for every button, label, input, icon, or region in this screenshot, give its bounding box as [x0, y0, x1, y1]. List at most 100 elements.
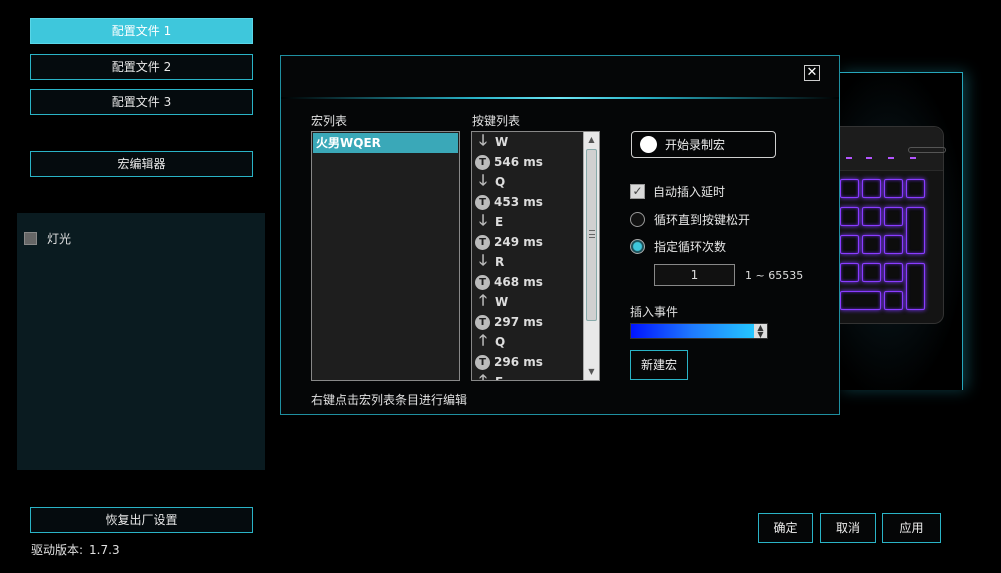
key-event-value: 249 ms [494, 235, 543, 249]
apply-button[interactable]: 应用 [882, 513, 941, 543]
scroll-thumb[interactable] [586, 149, 597, 321]
keyboard-key [884, 291, 903, 310]
keyboard-key [862, 263, 881, 282]
key-list-scrollbar[interactable]: ▲ ▼ [583, 132, 599, 380]
keyboard-key [840, 291, 881, 310]
arrow-down-icon: 🡓 [479, 170, 487, 189]
keyboard-key [884, 235, 903, 254]
keyboard-key [862, 179, 881, 198]
keyboard-key [840, 263, 859, 282]
new-macro-button[interactable]: 新建宏 [630, 350, 688, 380]
key-event-row[interactable]: 🡓 W [472, 132, 599, 152]
arrow-down-icon: 🡓 [479, 131, 487, 149]
record-macro-label: 开始录制宏 [665, 138, 726, 152]
key-event-value: 296 ms [494, 355, 543, 369]
select-arrows-icon[interactable]: ▲ ▼ [754, 324, 767, 339]
key-event-value: E [495, 375, 503, 380]
version-value: 1.7.3 [89, 543, 120, 557]
key-event-row[interactable]: T 453 ms [472, 192, 599, 212]
grip-icon [589, 230, 595, 238]
close-icon: ✕ [806, 65, 818, 80]
key-event-row[interactable]: 🡑 Q [472, 330, 599, 352]
macro-list[interactable]: 火男WQER [311, 131, 460, 381]
loop-until-release-radio[interactable] [630, 212, 645, 227]
key-list-rows: 🡓 W T 546 ms 🡓 Q T 453 ms 🡓 E T 249 ms 🡓 R T 468… [472, 132, 599, 381]
key-event-value: 546 ms [494, 155, 543, 169]
insert-event-label: 插入事件 [630, 305, 679, 319]
keyboard-top-panel [838, 127, 946, 171]
key-event-row[interactable]: T 296 ms [472, 352, 599, 372]
edit-hint: 右键点击宏列表条目进行编辑 [311, 393, 468, 407]
key-event-value: W [495, 295, 509, 309]
key-event-row[interactable]: 🡓 R [472, 251, 599, 272]
auto-delay-option[interactable]: ✓ 自动插入延时 [630, 183, 725, 200]
arrow-down-icon: 🡓 [479, 210, 487, 229]
keyboard-key [884, 207, 903, 226]
keyboard-key [884, 263, 903, 282]
keyboard-key [906, 179, 925, 198]
keyboard-key [840, 235, 859, 254]
cancel-button[interactable]: 取消 [820, 513, 876, 543]
arrow-up-icon: 🡑 [479, 290, 487, 309]
led-indicator [866, 157, 872, 159]
macro-editor-button[interactable]: 宏编辑器 [30, 151, 253, 177]
record-macro-button[interactable]: 开始录制宏 [631, 131, 776, 158]
scroll-up-icon[interactable]: ▲ [584, 132, 599, 148]
light-label: 灯光 [47, 232, 72, 246]
key-event-row[interactable]: 🡓 E [472, 210, 599, 232]
dialog-divider [281, 97, 839, 99]
loop-count-option[interactable]: 指定循环次数 [630, 238, 726, 255]
keyboard-key [906, 263, 925, 310]
key-event-row[interactable]: T 249 ms [472, 232, 599, 252]
close-button[interactable]: ✕ [804, 65, 820, 81]
macro-list-title: 宏列表 [311, 114, 348, 128]
timer-icon: T [475, 194, 490, 210]
profile-1-button[interactable]: 配置文件 1 [30, 18, 253, 44]
keyboard-image [838, 126, 946, 324]
keyboard-key [884, 179, 903, 198]
check-icon[interactable]: ✓ [630, 184, 645, 199]
macro-list-item[interactable]: 火男WQER [313, 133, 458, 153]
timer-icon: T [475, 154, 490, 170]
key-event-value: R [495, 255, 505, 269]
driver-version: 驱动版本: 1.7.3 [31, 541, 120, 558]
timer-icon: T [475, 354, 490, 370]
record-icon [640, 136, 657, 153]
timer-icon: T [475, 234, 490, 250]
key-event-row[interactable]: 🡓 Q [472, 170, 599, 192]
led-indicator [910, 157, 916, 159]
key-event-value: 453 ms [494, 195, 543, 209]
key-event-row[interactable]: 🡑 W [472, 290, 599, 312]
loop-count-radio[interactable] [630, 239, 645, 254]
key-event-value: 297 ms [494, 315, 543, 329]
keyboard-key [862, 235, 881, 254]
keyboard-wheel [908, 147, 946, 153]
scroll-down-icon[interactable]: ▼ [584, 364, 599, 380]
key-event-value: Q [495, 335, 506, 349]
key-event-row[interactable]: T 297 ms [472, 312, 599, 332]
ok-button[interactable]: 确定 [758, 513, 813, 543]
key-event-value: Q [495, 175, 506, 189]
profile-3-button[interactable]: 配置文件 3 [30, 89, 253, 115]
factory-reset-button[interactable]: 恢复出厂设置 [30, 507, 253, 533]
key-list-title: 按键列表 [472, 114, 521, 128]
arrow-up-icon: 🡑 [479, 370, 487, 381]
led-indicator [888, 157, 894, 159]
arrow-up-icon: 🡑 [479, 330, 487, 349]
loop-count-label: 指定循环次数 [654, 240, 727, 254]
insert-event-select[interactable]: ▲ ▼ [630, 323, 768, 339]
key-event-value: W [495, 135, 509, 149]
profile-2-button[interactable]: 配置文件 2 [30, 54, 253, 80]
loop-until-release-option[interactable]: 循环直到按键松开 [630, 211, 750, 228]
key-event-value: 468 ms [494, 275, 543, 289]
key-event-row[interactable]: 🡑E [472, 370, 599, 381]
key-event-row[interactable]: T 546 ms [472, 152, 599, 172]
key-event-row[interactable]: T 468 ms [472, 272, 599, 292]
timer-icon: T [475, 314, 490, 330]
light-option[interactable]: 灯光 [24, 230, 71, 247]
keyboard-key [840, 179, 859, 198]
key-list[interactable]: 🡓 W T 546 ms 🡓 Q T 453 ms 🡓 E T 249 ms 🡓 R T 468… [471, 131, 600, 381]
loop-count-input[interactable]: 1 [654, 264, 735, 286]
light-checkbox[interactable] [24, 232, 37, 245]
timer-icon: T [475, 274, 490, 290]
